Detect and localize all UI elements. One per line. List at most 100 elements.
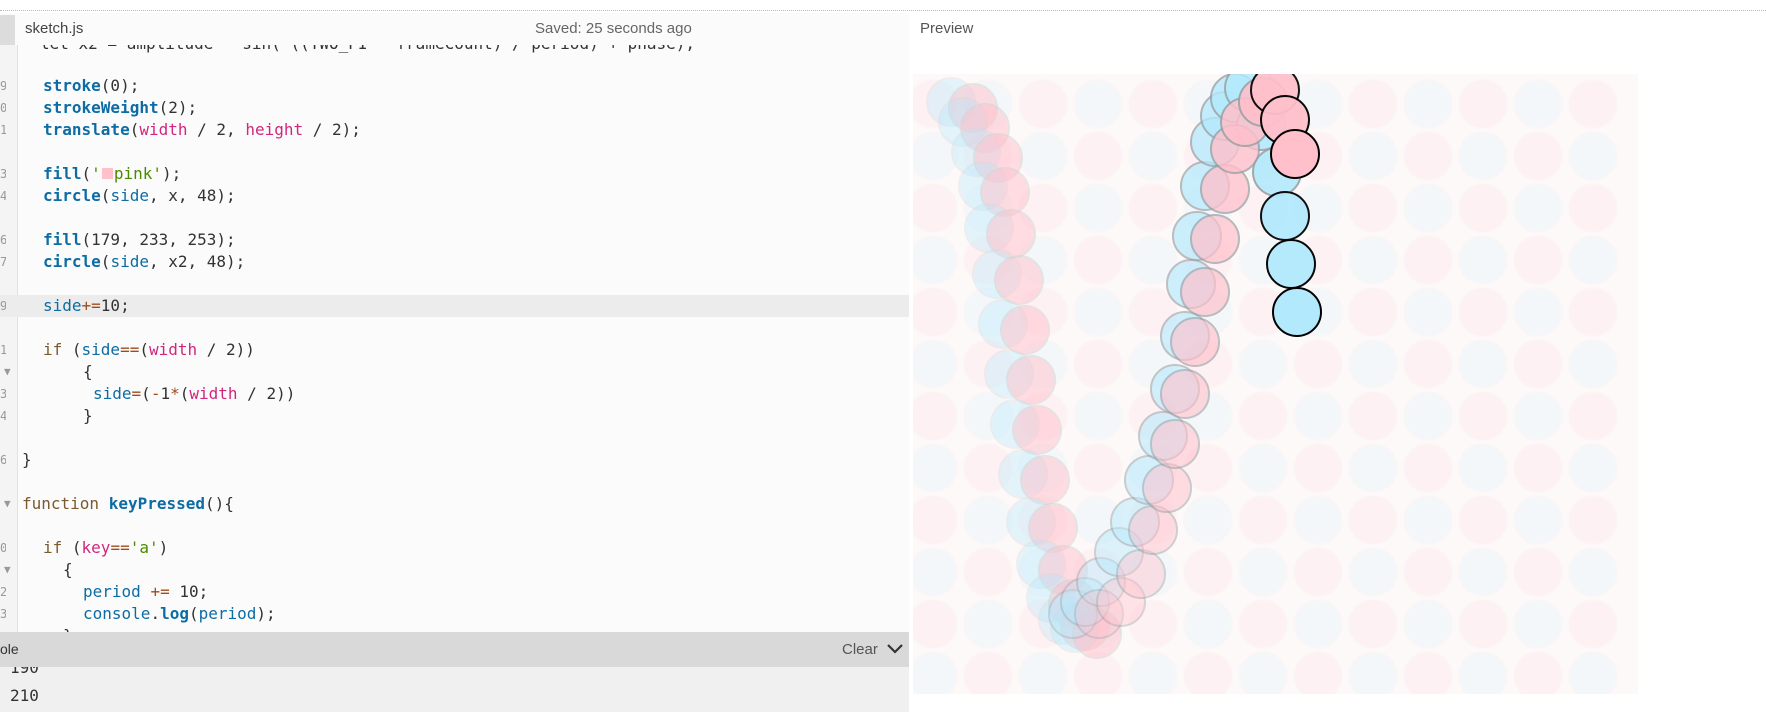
sketch-circle <box>1403 495 1453 545</box>
console-output: 190 210 <box>0 667 909 712</box>
sketch-circle <box>1568 651 1618 694</box>
code-line[interactable]: let x2 = amplitude * sin( ((TWO_PI * fra… <box>0 45 909 55</box>
sketch-circle <box>1018 131 1068 181</box>
sketch-circle <box>1238 495 1288 545</box>
code-line[interactable]: ▼ { <box>0 559 909 581</box>
console-clear-button[interactable]: Clear <box>842 641 878 658</box>
active-code-line[interactable]: 9 side+=10; <box>0 295 909 317</box>
code-line[interactable]: 6 } <box>0 449 909 471</box>
code-line[interactable]: } <box>0 625 909 632</box>
sketch-circle <box>1128 131 1178 181</box>
sketch-circle <box>963 651 1013 694</box>
code-text: if (key=='a') <box>43 538 169 557</box>
sketch-circle <box>913 339 958 389</box>
sketch-circle <box>1183 599 1233 649</box>
sketch-circle <box>1568 495 1618 545</box>
sketch-circle <box>1513 287 1563 337</box>
sketch-circle <box>913 287 958 337</box>
code-line[interactable]: 3 side=(-1*(width / 2)) <box>0 383 909 405</box>
code-line[interactable]: 0 strokeWeight(2); <box>0 97 909 119</box>
code-line[interactable]: 1 translate(width / 2, height / 2); <box>0 119 909 141</box>
sketch-circle <box>1073 131 1123 181</box>
sketch-circle <box>913 599 958 649</box>
file-name-tab[interactable]: sketch.js <box>25 20 83 37</box>
code-editor[interactable]: let x2 = amplitude * sin( ((TWO_PI * fra… <box>0 45 909 632</box>
code-line[interactable]: 3 console.log(period); <box>0 603 909 625</box>
saved-status: Saved: 25 seconds ago <box>535 20 692 37</box>
sketch-circle <box>1160 369 1210 419</box>
sketch-circle <box>1568 235 1618 285</box>
code-line[interactable]: 7 circle(side, x2, 48); <box>0 251 909 273</box>
code-line[interactable]: 1 if (side==(width / 2)) <box>0 339 909 361</box>
sketch-circle <box>1073 339 1123 389</box>
sketch-circle <box>1348 651 1398 694</box>
sketch-circle <box>1403 339 1453 389</box>
sketch-circle <box>963 547 1013 597</box>
chevron-down-icon[interactable] <box>886 641 904 657</box>
sketch-circle <box>1458 339 1508 389</box>
sketch-circle <box>1403 79 1453 129</box>
sketch-circle <box>1150 419 1200 469</box>
sketch-circle <box>913 183 958 233</box>
console-title: ole <box>0 641 19 657</box>
sketch-circle <box>913 235 958 285</box>
sketch-circle <box>913 443 958 493</box>
code-line[interactable]: 3 fill(' pink'); <box>0 163 909 185</box>
code-text: strokeWeight(2); <box>43 98 198 117</box>
sketch-circle <box>1513 651 1563 694</box>
code-line[interactable]: 0 if (key=='a') <box>0 537 909 559</box>
sketch-circle <box>1513 391 1563 441</box>
sketch-circle <box>1293 443 1343 493</box>
sketch-circle <box>1513 443 1563 493</box>
sketch-circle <box>1266 239 1316 289</box>
fold-arrow-icon[interactable]: ▼ <box>4 493 11 515</box>
sketch-circle <box>1238 339 1288 389</box>
sketch-circle <box>1568 339 1618 389</box>
sketch-circle <box>1180 267 1230 317</box>
sketch-circle <box>1513 339 1563 389</box>
sketch-circle <box>1348 391 1398 441</box>
sketch-circle <box>1006 355 1056 405</box>
sketch-circle <box>1458 183 1508 233</box>
code-text: } <box>63 625 73 632</box>
sketch-circle <box>1348 183 1398 233</box>
sketch-circle <box>1073 287 1123 337</box>
console-line: 190 <box>10 667 39 677</box>
sketch-circle <box>1403 235 1453 285</box>
code-text: let x2 = amplitude * sin( ((TWO_PI * fra… <box>40 45 695 55</box>
code-line[interactable]: 4 } <box>0 405 909 427</box>
code-text: { <box>83 362 93 381</box>
code-line[interactable]: 6 fill(179, 233, 253); <box>0 229 909 251</box>
sketch-circle <box>1293 651 1343 694</box>
sketch-circle <box>1190 214 1240 264</box>
sketch-circle <box>1403 183 1453 233</box>
fold-arrow-icon[interactable]: ▼ <box>4 361 11 383</box>
code-text: console.log(period); <box>83 604 276 623</box>
sketch-circle <box>1348 599 1398 649</box>
sketch-circle <box>1513 547 1563 597</box>
code-line[interactable]: 9 stroke(0); <box>0 75 909 97</box>
sketch-circle <box>1513 495 1563 545</box>
sketch-canvas[interactable] <box>913 74 1638 694</box>
sketch-circle <box>1073 79 1123 129</box>
sketch-circle <box>1348 547 1398 597</box>
code-line[interactable]: ▼ { <box>0 361 909 383</box>
fold-arrow-icon[interactable]: ▼ <box>4 559 11 581</box>
color-swatch-pink[interactable] <box>101 168 113 179</box>
sketch-circle <box>1238 443 1288 493</box>
sketch-circle <box>1348 443 1398 493</box>
sketch-circle <box>1238 391 1288 441</box>
sketch-circle <box>1458 599 1508 649</box>
console-header: ole Clear <box>0 632 909 667</box>
code-text: circle(side, x2, 48); <box>43 252 246 271</box>
code-line[interactable]: 4 circle(side, x, 48); <box>0 185 909 207</box>
sketch-circle <box>1458 131 1508 181</box>
code-line[interactable]: ▼ function keyPressed(){ <box>0 493 909 515</box>
sketch-circle <box>1513 183 1563 233</box>
sketch-circle <box>1020 455 1070 505</box>
code-line[interactable]: 2 period += 10; <box>0 581 909 603</box>
sketch-circle <box>913 391 958 441</box>
sidebar-toggle[interactable] <box>0 15 15 45</box>
sketch-circle <box>1513 235 1563 285</box>
sketch-circle <box>1293 339 1343 389</box>
